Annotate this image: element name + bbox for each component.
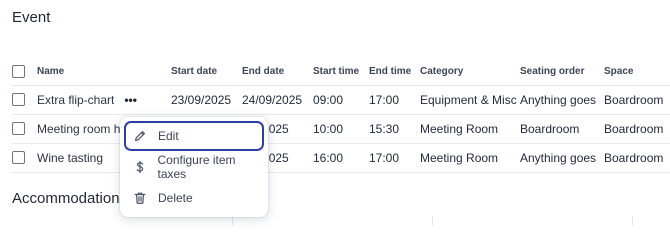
row-checkbox[interactable] bbox=[12, 93, 25, 106]
edit-label: Edit bbox=[158, 129, 179, 143]
seating-order: Anything goes bbox=[520, 143, 604, 173]
select-all-checkbox[interactable] bbox=[12, 64, 25, 78]
table-row[interactable]: Meeting room hi /09/2025 10:00 15:30 Mee… bbox=[12, 114, 670, 144]
configure-item-taxes-label: Configure item taxes bbox=[157, 153, 236, 181]
table-row[interactable]: Extra flip-chart ••• 23/09/2025 24/09/20… bbox=[12, 85, 670, 115]
start-date: 23/09/2025 bbox=[171, 85, 242, 115]
header-seating-order[interactable]: Seating order bbox=[520, 58, 604, 86]
header-end-time[interactable]: End time bbox=[369, 58, 420, 86]
item-name: Wine tasting bbox=[37, 150, 104, 165]
category: Meeting Room bbox=[420, 114, 520, 144]
header-start-time[interactable]: Start time bbox=[313, 58, 369, 86]
table-row[interactable]: Wine tasting /09/2025 16:00 17:00 Meetin… bbox=[12, 143, 670, 173]
end-time: 15:30 bbox=[369, 114, 420, 144]
header-space[interactable]: Space bbox=[604, 58, 670, 86]
item-name: Meeting room hi bbox=[37, 121, 124, 136]
space: Boardroom bbox=[604, 143, 670, 173]
event-section-title: Event bbox=[12, 9, 51, 26]
configure-item-taxes-menu-item[interactable]: Configure item taxes bbox=[124, 152, 264, 182]
seating-order: Boardroom bbox=[520, 114, 604, 144]
table-header-row: Name Start date End date Start time End … bbox=[12, 58, 670, 86]
seating-order: Anything goes bbox=[520, 85, 604, 115]
header-end-date[interactable]: End date bbox=[242, 58, 313, 86]
start-time: 09:00 bbox=[313, 85, 369, 115]
space: Boardroom bbox=[604, 114, 670, 144]
delete-menu-item[interactable]: Delete bbox=[124, 183, 264, 213]
row-checkbox[interactable] bbox=[12, 122, 25, 135]
row-checkbox[interactable] bbox=[12, 151, 25, 164]
space: Boardroom bbox=[604, 85, 670, 115]
event-items-table: Name Start date End date Start time End … bbox=[12, 58, 670, 173]
category: Equipment & Misc bbox=[420, 85, 520, 115]
header-category[interactable]: Category bbox=[420, 58, 520, 86]
end-time: 17:00 bbox=[369, 143, 420, 173]
edit-menu-item[interactable]: Edit bbox=[124, 121, 264, 151]
trash-icon bbox=[132, 190, 148, 206]
start-time: 10:00 bbox=[313, 114, 369, 144]
header-start-date[interactable]: Start date bbox=[171, 58, 242, 86]
item-name: Extra flip-chart bbox=[37, 92, 115, 107]
column-divider bbox=[432, 216, 433, 226]
delete-label: Delete bbox=[158, 191, 193, 205]
column-divider bbox=[232, 216, 233, 226]
row-context-menu: Edit Configure item taxes Delete bbox=[120, 117, 268, 217]
category: Meeting Room bbox=[420, 143, 520, 173]
more-actions-icon[interactable]: ••• bbox=[124, 94, 137, 106]
start-time: 16:00 bbox=[313, 143, 369, 173]
end-time: 17:00 bbox=[369, 85, 420, 115]
pencil-icon bbox=[132, 128, 148, 144]
accommodation-section-title: Accommodation bbox=[12, 190, 120, 207]
end-date: 24/09/2025 bbox=[242, 85, 313, 115]
column-divider bbox=[632, 216, 633, 226]
header-name: Name bbox=[12, 58, 171, 86]
dollar-icon bbox=[132, 159, 147, 175]
